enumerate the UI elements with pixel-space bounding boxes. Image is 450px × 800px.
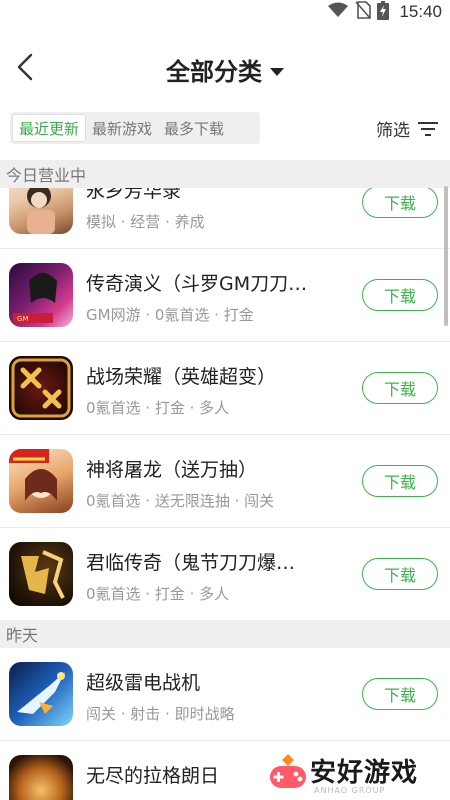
clock: 15:40 <box>399 2 442 21</box>
caret-down-icon <box>270 68 284 76</box>
no-sim-icon <box>355 1 372 23</box>
wifi-icon <box>327 2 349 22</box>
game-title: 超级雷电战机 <box>86 672 201 694</box>
list-item[interactable]: 战场荣耀（英雄超变） 0氪首选 · 打金 · 多人 下载 <box>0 342 450 435</box>
watermark-subtext: ANHAO GROUP <box>314 786 386 795</box>
filter-icon <box>418 121 438 136</box>
gamepad-logo-icon <box>270 754 306 788</box>
list-item[interactable]: 君临传奇（鬼节刀刀爆… 0氪首选 · 打金 · 多人 下载 <box>0 528 450 620</box>
download-button[interactable]: 下载 <box>362 678 438 710</box>
section-header-today: 今日营业中 <box>0 160 450 188</box>
game-icon <box>9 188 73 234</box>
list-item[interactable]: 超级雷电战机 闯关 · 射击 · 即时战略 下载 <box>0 648 450 741</box>
watermark-text: 安好游戏 <box>310 758 419 788</box>
filter-label: 筛选 <box>376 121 410 141</box>
sort-bar: 最近更新 最新游戏 最多下载 筛选 <box>0 108 450 152</box>
download-button[interactable]: 下载 <box>362 558 438 590</box>
tab-recent-update[interactable]: 最近更新 <box>12 114 87 142</box>
game-tags: 模拟 · 经营 · 养成 <box>86 213 205 231</box>
download-button[interactable]: 下载 <box>362 465 438 497</box>
game-icon <box>9 542 73 606</box>
svg-text:GM: GM <box>17 315 28 323</box>
download-button[interactable]: 下载 <box>362 188 438 218</box>
status-bar: 15:40 <box>0 0 450 24</box>
battery-charging-icon <box>377 0 390 24</box>
game-icon: GM <box>9 263 73 327</box>
list-item[interactable]: GM 传奇演义（斗罗GM刀刀… GM网游 · 0氪首选 · 打金 下载 <box>0 249 450 342</box>
game-title: 传奇演义（斗罗GM刀刀… <box>86 273 308 295</box>
game-tags: 0氪首选 · 送无限连抽 · 闯关 <box>86 492 275 510</box>
download-button[interactable]: 下载 <box>362 279 438 311</box>
watermark-logo: 安好游戏 ANHAO GROUP <box>262 742 450 800</box>
download-button[interactable]: 下载 <box>362 372 438 404</box>
game-title: 战场荣耀（英雄超变） <box>86 366 277 388</box>
filter-button[interactable]: 筛选 <box>376 116 438 141</box>
game-tags: 0氪首选 · 打金 · 多人 <box>86 585 230 603</box>
header: 全部分类 <box>0 24 450 108</box>
sort-tabs: 最近更新 最新游戏 最多下载 <box>10 112 260 144</box>
game-title: 神将屠龙（送万抽） <box>86 459 258 481</box>
game-tags: 闯关 · 射击 · 即时战略 <box>86 705 235 723</box>
tab-most-downloads[interactable]: 最多下载 <box>158 114 230 142</box>
game-title: 永乡芳华录 <box>86 188 182 202</box>
game-icon <box>9 755 73 800</box>
game-icon <box>9 449 73 513</box>
list-item[interactable]: 神将屠龙（送万抽） 0氪首选 · 送无限连抽 · 闯关 下载 <box>0 435 450 528</box>
game-icon <box>9 356 73 420</box>
game-list-today: 永乡芳华录 模拟 · 经营 · 养成 下载 GM 传奇演义（斗罗GM刀刀… GM… <box>0 188 450 620</box>
tab-newest-games[interactable]: 最新游戏 <box>86 114 158 142</box>
status-icons: 15:40 <box>327 0 442 24</box>
game-tags: GM网游 · 0氪首选 · 打金 <box>86 306 254 324</box>
game-icon <box>9 662 73 726</box>
category-dropdown[interactable]: 全部分类 <box>0 52 450 87</box>
list-item[interactable]: 永乡芳华录 模拟 · 经营 · 养成 下载 <box>0 188 450 249</box>
game-title: 君临传奇（鬼节刀刀爆… <box>86 552 296 574</box>
section-header-yesterday: 昨天 <box>0 620 450 648</box>
game-tags: 0氪首选 · 打金 · 多人 <box>86 399 230 417</box>
page-title: 全部分类 <box>166 58 262 86</box>
scrollbar-thumb[interactable] <box>444 186 448 326</box>
